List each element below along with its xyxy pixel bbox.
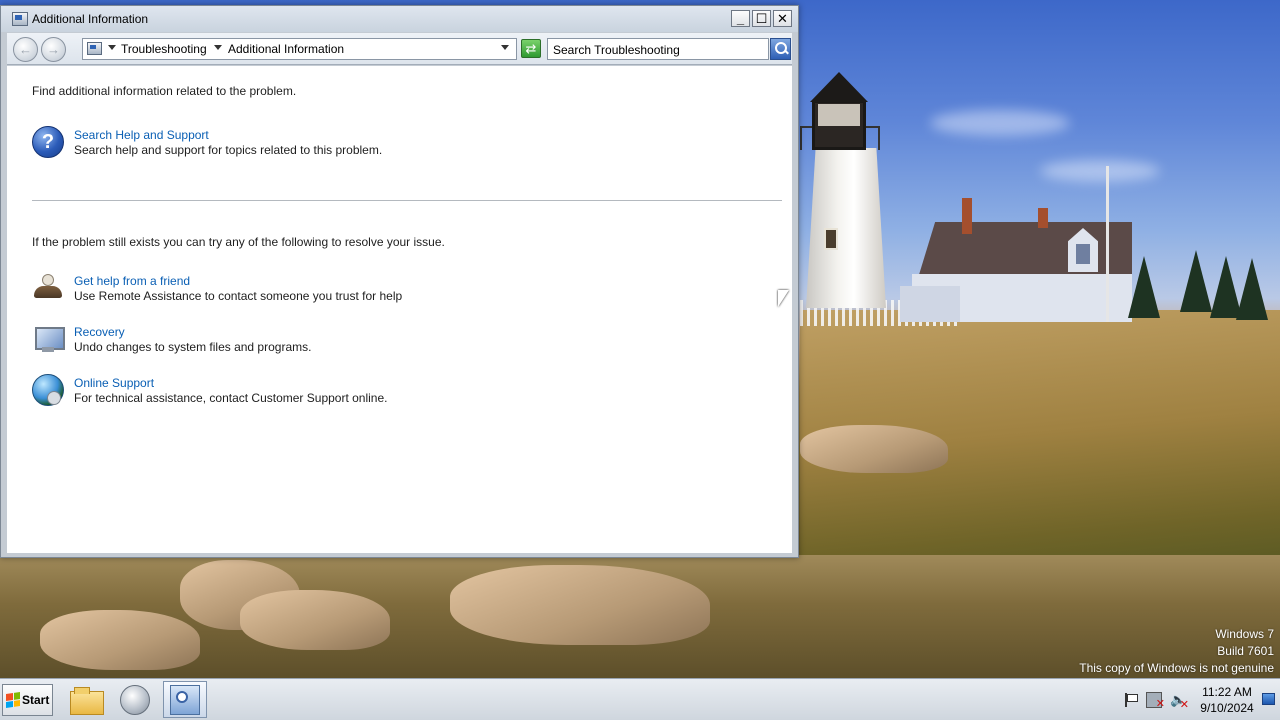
- volume-muted-icon[interactable]: 🔈: [1170, 692, 1189, 713]
- start-button[interactable]: Start: [2, 684, 53, 716]
- minimize-button[interactable]: _: [731, 10, 750, 27]
- media-player-icon: [120, 684, 150, 715]
- maximize-button[interactable]: ☐: [752, 10, 771, 27]
- folder-icon: [70, 686, 104, 715]
- breadcrumb-troubleshooting[interactable]: Troubleshooting: [121, 42, 207, 56]
- flag-pole: [1106, 166, 1109, 322]
- show-desktop-button[interactable]: [1262, 693, 1275, 705]
- window-title: Additional Information: [32, 12, 149, 26]
- mouse-cursor-icon: [778, 290, 789, 307]
- close-button[interactable]: ✕: [773, 10, 792, 27]
- section-divider: [32, 200, 782, 201]
- house-roof: [918, 222, 1132, 278]
- breadcrumb-additional-information[interactable]: Additional Information: [228, 42, 344, 56]
- control-panel-icon: [87, 42, 102, 55]
- watermark-line-2: Build 7601: [1217, 644, 1274, 658]
- search-help-support-link[interactable]: Search Help and Support: [74, 128, 209, 142]
- taskbar-windows-media-player[interactable]: [113, 681, 157, 718]
- recovery-icon: [32, 323, 65, 355]
- online-support-icon: [32, 374, 64, 406]
- back-button[interactable]: ←: [13, 37, 38, 62]
- search-input[interactable]: Search Troubleshooting: [547, 38, 769, 60]
- breadcrumb-separator-icon[interactable]: [214, 45, 222, 50]
- content-pane: Find additional information related to t…: [7, 66, 792, 553]
- cloud: [1040, 160, 1160, 182]
- control-panel-icon: [12, 12, 28, 26]
- title-bar[interactable]: Additional Information _ ☐ ✕: [1, 6, 798, 32]
- refresh-button[interactable]: ⇄: [521, 39, 541, 58]
- online-support-description: For technical assistance, contact Custom…: [74, 391, 388, 405]
- chimney: [1038, 208, 1048, 228]
- taskbar: Start 🔈 11:22 AM 9/10/2024: [0, 678, 1280, 720]
- pine-tree: [1128, 256, 1160, 318]
- start-label: Start: [22, 693, 50, 707]
- cloud: [930, 110, 1070, 136]
- get-help-from-friend-link[interactable]: Get help from a friend: [74, 274, 190, 288]
- navigation-bar: ← → Troubleshooting Additional Informati…: [7, 33, 792, 65]
- windows-logo-icon: [6, 692, 20, 708]
- watermark-line-1: Windows 7: [1215, 627, 1274, 641]
- pine-tree: [1180, 250, 1212, 312]
- system-tray: 🔈: [1122, 679, 1189, 720]
- troubleshooting-window: Additional Information _ ☐ ✕ ← → Trouble…: [0, 5, 799, 558]
- address-bar[interactable]: Troubleshooting Additional Information: [82, 38, 517, 60]
- search-placeholder: Search Troubleshooting: [553, 43, 680, 57]
- resolve-intro-text: If the problem still exists you can try …: [32, 235, 445, 249]
- help-question-icon: ?: [32, 126, 64, 158]
- search-button[interactable]: [770, 38, 791, 60]
- clock-time: 11:22 AM: [1202, 685, 1252, 699]
- intro-text: Find additional information related to t…: [32, 84, 297, 98]
- window-controls: _ ☐ ✕: [731, 10, 792, 27]
- windows-watermark: Windows 7 Build 7601 This copy of Window…: [1079, 626, 1274, 677]
- get-help-from-friend-description: Use Remote Assistance to contact someone…: [74, 289, 403, 303]
- refresh-icon: ⇄: [525, 41, 537, 56]
- action-center-flag-icon[interactable]: [1122, 692, 1138, 708]
- recovery-description: Undo changes to system files and program…: [74, 340, 312, 354]
- taskbar-windows-explorer[interactable]: [64, 681, 108, 718]
- breadcrumb-dropdown-icon[interactable]: [108, 45, 116, 50]
- lighthouse-roof: [810, 72, 868, 102]
- help-support-description: Search help and support for topics relat…: [74, 143, 383, 157]
- watermark-line-3: This copy of Windows is not genuine: [1079, 661, 1274, 675]
- forward-button[interactable]: →: [41, 37, 66, 62]
- pine-tree: [1236, 258, 1268, 320]
- chimney: [962, 198, 972, 234]
- remote-assistance-icon: [32, 272, 64, 304]
- back-arrow-icon: ←: [19, 42, 32, 57]
- house-wall: [900, 286, 960, 322]
- online-support-link[interactable]: Online Support: [74, 376, 154, 390]
- network-disconnected-icon[interactable]: [1146, 692, 1165, 712]
- recovery-link[interactable]: Recovery: [74, 325, 125, 339]
- address-history-dropdown-icon[interactable]: [501, 45, 509, 50]
- lighthouse-tower: [806, 148, 886, 308]
- lighthouse-glass: [818, 104, 860, 126]
- forward-arrow-icon: →: [47, 42, 60, 57]
- rock: [800, 425, 948, 473]
- rock: [450, 565, 710, 645]
- rock: [240, 590, 390, 650]
- clock-date: 9/10/2024: [1200, 701, 1254, 715]
- control-panel-icon: [170, 684, 200, 715]
- rock: [40, 610, 200, 670]
- clock[interactable]: 11:22 AM 9/10/2024: [1192, 684, 1262, 716]
- lighthouse-window: [824, 228, 838, 250]
- taskbar-troubleshooting[interactable]: [163, 681, 207, 718]
- house-window: [1076, 244, 1090, 264]
